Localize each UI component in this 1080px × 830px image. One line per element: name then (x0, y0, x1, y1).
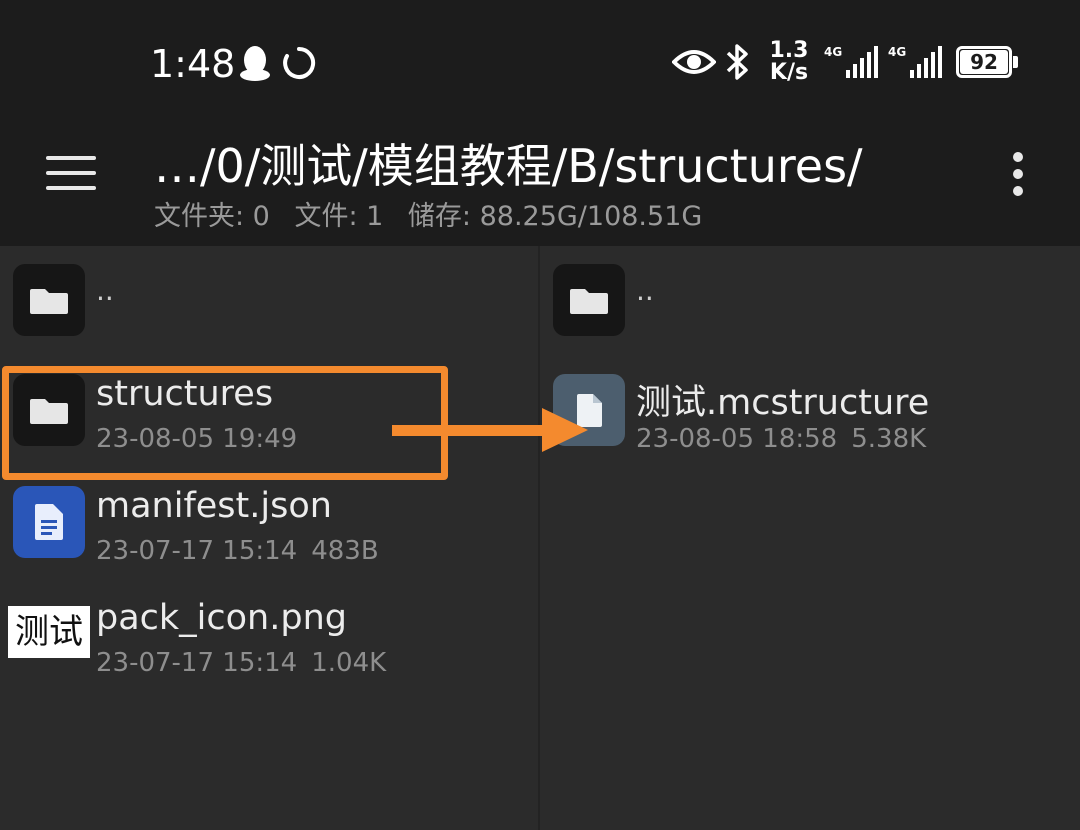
parent-directory-label: .. (636, 274, 654, 307)
current-path[interactable]: …/0/测试/模组教程/B/structures/ (154, 130, 863, 196)
item-size: 5.38K (851, 424, 927, 454)
eye-icon (672, 50, 716, 74)
item-size: 483B (311, 536, 379, 566)
folder-icon (553, 264, 625, 336)
item-meta: 23-07-17 15:14 483B (96, 536, 379, 566)
file-count: 文件: 1 (294, 201, 384, 232)
signal-2-label: 4G (888, 45, 906, 59)
parent-directory-label: .. (96, 274, 114, 307)
list-item[interactable]: 测试.mcstructure 23-08-05 18:58 5.38K (540, 364, 1080, 474)
storage-usage: 储存: 88.25G/108.51G (407, 201, 703, 232)
signal-1-label: 4G (824, 45, 842, 59)
item-date: 23-08-05 18:58 (636, 424, 838, 454)
item-meta: 23-08-05 18:58 5.38K (636, 424, 926, 454)
document-icon (13, 486, 85, 558)
item-date: 23-07-17 15:14 (96, 648, 298, 678)
item-date: 23-07-17 15:14 (96, 536, 298, 566)
hamburger-menu-icon[interactable] (46, 156, 96, 192)
item-meta: 23-07-17 15:14 1.04K (96, 648, 386, 678)
item-size: 1.04K (311, 648, 387, 678)
image-thumbnail: 测试 (8, 606, 90, 658)
app-bar: …/0/测试/模组教程/B/structures/ 文件夹: 0 文件: 1 储… (0, 120, 1080, 246)
more-vert-icon[interactable] (1004, 152, 1032, 196)
list-item[interactable]: manifest.json 23-07-17 15:14 483B (0, 476, 538, 586)
battery-level: 92 (970, 50, 998, 74)
status-bar: 1:48 1.3 K/s 4G 4G 92 (0, 0, 1080, 120)
qq-penguin-icon (240, 46, 270, 81)
signal-icon: 4G (824, 45, 878, 78)
item-name: pack_icon.png (96, 598, 347, 638)
arrow-annotation (392, 408, 588, 452)
directory-summary: 文件夹: 0 文件: 1 储存: 88.25G/108.51G (154, 194, 718, 233)
battery-icon: 92 (956, 46, 1018, 78)
item-name: manifest.json (96, 486, 332, 526)
highlight-annotation (2, 366, 448, 480)
network-speed-unit: K/s (769, 60, 809, 85)
network-speed-value: 1.3 (769, 38, 809, 63)
item-name: 测试.mcstructure (636, 383, 930, 423)
clock: 1:48 (150, 42, 236, 86)
network-speed: 1.3 K/s (768, 40, 810, 84)
list-item[interactable]: 测试 pack_icon.png 23-07-17 15:14 1.04K (0, 588, 538, 698)
sync-icon (283, 46, 316, 79)
signal-icon: 4G (888, 45, 942, 78)
folder-icon (13, 264, 85, 336)
folder-count: 文件夹: 0 (154, 201, 270, 232)
right-pane: .. 测试.mcstructure 23-08-05 18:58 5.38K (540, 246, 1080, 830)
parent-directory-row[interactable]: .. (540, 262, 1080, 358)
left-pane: .. structures 23-08-05 19:49 manifest.js… (0, 246, 538, 830)
bluetooth-icon (726, 44, 748, 80)
parent-directory-row[interactable]: .. (0, 262, 538, 358)
